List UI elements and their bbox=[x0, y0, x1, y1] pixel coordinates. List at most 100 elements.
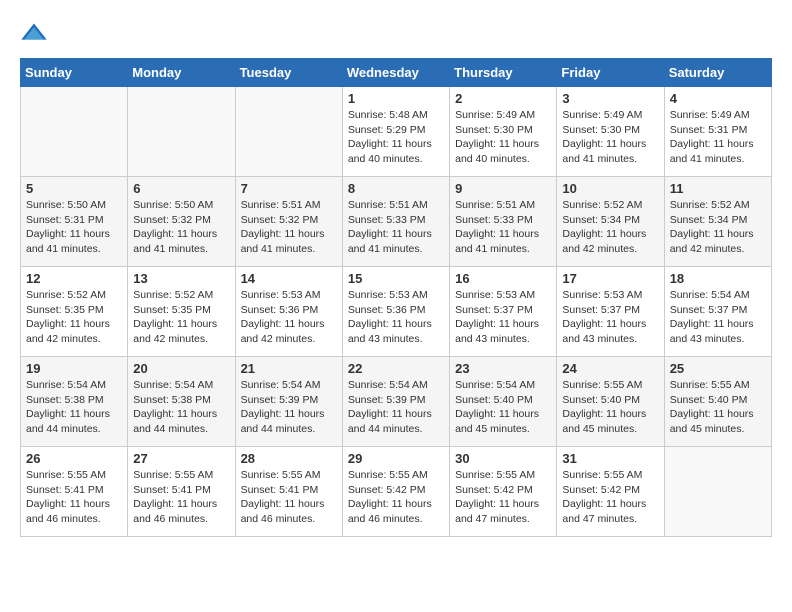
calendar-cell: 28 Sunrise: 5:55 AM Sunset: 5:41 PM Dayli… bbox=[235, 447, 342, 537]
day-header-tuesday: Tuesday bbox=[235, 59, 342, 87]
calendar-cell bbox=[235, 87, 342, 177]
day-number: 3 bbox=[562, 91, 658, 106]
calendar-cell: 31 Sunrise: 5:55 AM Sunset: 5:42 PM Dayli… bbox=[557, 447, 664, 537]
day-info: Sunrise: 5:52 AM Sunset: 5:34 PM Dayligh… bbox=[670, 198, 766, 257]
day-info: Sunrise: 5:55 AM Sunset: 5:41 PM Dayligh… bbox=[133, 468, 229, 527]
day-number: 14 bbox=[241, 271, 337, 286]
calendar-cell: 24 Sunrise: 5:55 AM Sunset: 5:40 PM Dayli… bbox=[557, 357, 664, 447]
day-number: 29 bbox=[348, 451, 444, 466]
calendar-cell: 11Sunrise: 5:52 AM Sunset: 5:34 PM Dayli… bbox=[664, 177, 771, 267]
day-info: Sunrise: 5:55 AM Sunset: 5:41 PM Dayligh… bbox=[241, 468, 337, 527]
day-info: Sunrise: 5:51 AM Sunset: 5:32 PM Dayligh… bbox=[241, 198, 337, 257]
day-number: 19 bbox=[26, 361, 122, 376]
calendar-week-row: 5Sunrise: 5:50 AM Sunset: 5:31 PM Daylig… bbox=[21, 177, 772, 267]
day-number: 20 bbox=[133, 361, 229, 376]
calendar-cell: 23 Sunrise: 5:54 AM Sunset: 5:40 PM Dayli… bbox=[450, 357, 557, 447]
calendar-cell bbox=[21, 87, 128, 177]
day-number: 2 bbox=[455, 91, 551, 106]
day-number: 9 bbox=[455, 181, 551, 196]
days-header-row: SundayMondayTuesdayWednesdayThursdayFrid… bbox=[21, 59, 772, 87]
day-number: 23 bbox=[455, 361, 551, 376]
day-info: Sunrise: 5:55 AM Sunset: 5:41 PM Dayligh… bbox=[26, 468, 122, 527]
calendar-cell: 27 Sunrise: 5:55 AM Sunset: 5:41 PM Dayli… bbox=[128, 447, 235, 537]
calendar-cell: 19 Sunrise: 5:54 AM Sunset: 5:38 PM Dayli… bbox=[21, 357, 128, 447]
day-number: 6 bbox=[133, 181, 229, 196]
day-info: Sunrise: 5:55 AM Sunset: 5:42 PM Dayligh… bbox=[455, 468, 551, 527]
day-info: Sunrise: 5:50 AM Sunset: 5:32 PM Dayligh… bbox=[133, 198, 229, 257]
calendar-cell: 2 Sunrise: 5:49 AM Sunset: 5:30 PM Daylig… bbox=[450, 87, 557, 177]
logo bbox=[20, 20, 52, 48]
logo-icon bbox=[20, 20, 48, 48]
day-info: Sunrise: 5:53 AM Sunset: 5:37 PM Dayligh… bbox=[455, 288, 551, 347]
page-header bbox=[20, 20, 772, 48]
day-info: Sunrise: 5:54 AM Sunset: 5:38 PM Dayligh… bbox=[26, 378, 122, 437]
calendar-cell: 18 Sunrise: 5:54 AM Sunset: 5:37 PM Dayli… bbox=[664, 267, 771, 357]
day-number: 10 bbox=[562, 181, 658, 196]
day-number: 7 bbox=[241, 181, 337, 196]
day-number: 30 bbox=[455, 451, 551, 466]
day-info: Sunrise: 5:53 AM Sunset: 5:36 PM Dayligh… bbox=[241, 288, 337, 347]
day-header-thursday: Thursday bbox=[450, 59, 557, 87]
day-number: 15 bbox=[348, 271, 444, 286]
day-number: 31 bbox=[562, 451, 658, 466]
day-info: Sunrise: 5:55 AM Sunset: 5:40 PM Dayligh… bbox=[670, 378, 766, 437]
day-number: 13 bbox=[133, 271, 229, 286]
calendar-cell: 30 Sunrise: 5:55 AM Sunset: 5:42 PM Dayli… bbox=[450, 447, 557, 537]
calendar-cell: 7 Sunrise: 5:51 AM Sunset: 5:32 PM Daylig… bbox=[235, 177, 342, 267]
calendar-cell: 21 Sunrise: 5:54 AM Sunset: 5:39 PM Dayli… bbox=[235, 357, 342, 447]
day-number: 28 bbox=[241, 451, 337, 466]
calendar-cell: 20 Sunrise: 5:54 AM Sunset: 5:38 PM Dayli… bbox=[128, 357, 235, 447]
calendar-header: SundayMondayTuesdayWednesdayThursdayFrid… bbox=[21, 59, 772, 87]
day-info: Sunrise: 5:52 AM Sunset: 5:35 PM Dayligh… bbox=[133, 288, 229, 347]
day-number: 17 bbox=[562, 271, 658, 286]
day-info: Sunrise: 5:55 AM Sunset: 5:40 PM Dayligh… bbox=[562, 378, 658, 437]
day-number: 8 bbox=[348, 181, 444, 196]
day-info: Sunrise: 5:51 AM Sunset: 5:33 PM Dayligh… bbox=[348, 198, 444, 257]
day-info: Sunrise: 5:53 AM Sunset: 5:37 PM Dayligh… bbox=[562, 288, 658, 347]
day-info: Sunrise: 5:54 AM Sunset: 5:39 PM Dayligh… bbox=[348, 378, 444, 437]
calendar-cell: 10 Sunrise: 5:52 AM Sunset: 5:34 PM Dayli… bbox=[557, 177, 664, 267]
calendar-cell: 3 Sunrise: 5:49 AM Sunset: 5:30 PM Daylig… bbox=[557, 87, 664, 177]
day-number: 12 bbox=[26, 271, 122, 286]
calendar-cell: 8 Sunrise: 5:51 AM Sunset: 5:33 PM Daylig… bbox=[342, 177, 449, 267]
calendar-cell: 15 Sunrise: 5:53 AM Sunset: 5:36 PM Dayli… bbox=[342, 267, 449, 357]
day-info: Sunrise: 5:49 AM Sunset: 5:30 PM Dayligh… bbox=[455, 108, 551, 167]
calendar-cell: 6 Sunrise: 5:50 AM Sunset: 5:32 PM Daylig… bbox=[128, 177, 235, 267]
day-info: Sunrise: 5:53 AM Sunset: 5:36 PM Dayligh… bbox=[348, 288, 444, 347]
calendar-cell: 25 Sunrise: 5:55 AM Sunset: 5:40 PM Dayli… bbox=[664, 357, 771, 447]
day-info: Sunrise: 5:52 AM Sunset: 5:35 PM Dayligh… bbox=[26, 288, 122, 347]
day-number: 24 bbox=[562, 361, 658, 376]
day-number: 22 bbox=[348, 361, 444, 376]
calendar-cell: 13 Sunrise: 5:52 AM Sunset: 5:35 PM Dayli… bbox=[128, 267, 235, 357]
day-number: 21 bbox=[241, 361, 337, 376]
calendar-cell: 12 Sunrise: 5:52 AM Sunset: 5:35 PM Dayli… bbox=[21, 267, 128, 357]
day-number: 25 bbox=[670, 361, 766, 376]
day-info: Sunrise: 5:54 AM Sunset: 5:39 PM Dayligh… bbox=[241, 378, 337, 437]
calendar-cell: 17 Sunrise: 5:53 AM Sunset: 5:37 PM Dayli… bbox=[557, 267, 664, 357]
calendar-table: SundayMondayTuesdayWednesdayThursdayFrid… bbox=[20, 58, 772, 537]
calendar-cell: 22 Sunrise: 5:54 AM Sunset: 5:39 PM Dayli… bbox=[342, 357, 449, 447]
day-header-monday: Monday bbox=[128, 59, 235, 87]
day-info: Sunrise: 5:50 AM Sunset: 5:31 PM Dayligh… bbox=[26, 198, 122, 257]
calendar-cell: 14 Sunrise: 5:53 AM Sunset: 5:36 PM Dayli… bbox=[235, 267, 342, 357]
day-info: Sunrise: 5:49 AM Sunset: 5:31 PM Dayligh… bbox=[670, 108, 766, 167]
day-info: Sunrise: 5:54 AM Sunset: 5:38 PM Dayligh… bbox=[133, 378, 229, 437]
calendar-cell: 29 Sunrise: 5:55 AM Sunset: 5:42 PM Dayli… bbox=[342, 447, 449, 537]
day-info: Sunrise: 5:48 AM Sunset: 5:29 PM Dayligh… bbox=[348, 108, 444, 167]
day-info: Sunrise: 5:49 AM Sunset: 5:30 PM Dayligh… bbox=[562, 108, 658, 167]
day-header-friday: Friday bbox=[557, 59, 664, 87]
day-info: Sunrise: 5:54 AM Sunset: 5:37 PM Dayligh… bbox=[670, 288, 766, 347]
calendar-week-row: 12 Sunrise: 5:52 AM Sunset: 5:35 PM Dayli… bbox=[21, 267, 772, 357]
day-number: 26 bbox=[26, 451, 122, 466]
calendar-body: 1Sunrise: 5:48 AM Sunset: 5:29 PM Daylig… bbox=[21, 87, 772, 537]
day-number: 4 bbox=[670, 91, 766, 106]
day-info: Sunrise: 5:52 AM Sunset: 5:34 PM Dayligh… bbox=[562, 198, 658, 257]
day-info: Sunrise: 5:54 AM Sunset: 5:40 PM Dayligh… bbox=[455, 378, 551, 437]
day-info: Sunrise: 5:51 AM Sunset: 5:33 PM Dayligh… bbox=[455, 198, 551, 257]
day-info: Sunrise: 5:55 AM Sunset: 5:42 PM Dayligh… bbox=[562, 468, 658, 527]
day-info: Sunrise: 5:55 AM Sunset: 5:42 PM Dayligh… bbox=[348, 468, 444, 527]
day-number: 18 bbox=[670, 271, 766, 286]
day-number: 27 bbox=[133, 451, 229, 466]
calendar-week-row: 19 Sunrise: 5:54 AM Sunset: 5:38 PM Dayli… bbox=[21, 357, 772, 447]
calendar-week-row: 1Sunrise: 5:48 AM Sunset: 5:29 PM Daylig… bbox=[21, 87, 772, 177]
